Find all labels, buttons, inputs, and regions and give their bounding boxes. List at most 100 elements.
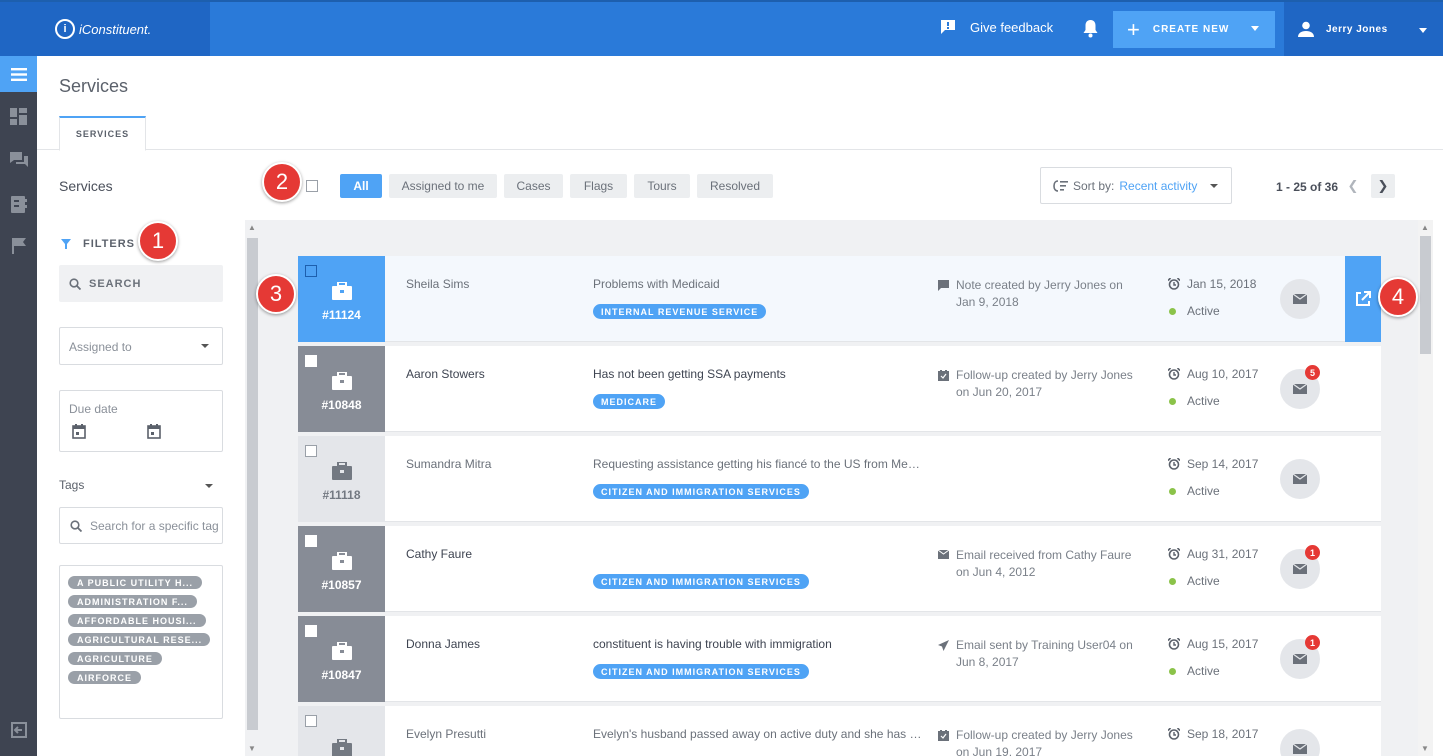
previous-page-button[interactable]: ❮	[1343, 174, 1363, 198]
message-button[interactable]: 5	[1280, 365, 1320, 409]
case-id-block[interactable]: #11124	[298, 256, 385, 342]
next-page-button[interactable]: ❯	[1371, 174, 1395, 198]
constituent-name[interactable]: Sheila Sims	[406, 277, 469, 291]
case-id-block[interactable]: #10848	[298, 346, 385, 432]
case-subject: constituent is having trouble with immig…	[593, 637, 832, 651]
rail-messages[interactable]	[0, 142, 37, 178]
tag-chip[interactable]: ADMINISTRATION F...	[68, 595, 197, 608]
constituent-name[interactable]: Evelyn Presutti	[406, 727, 486, 741]
status-dot	[1169, 308, 1176, 315]
message-button[interactable]	[1280, 279, 1320, 319]
case-id-block[interactable]: #10847	[298, 616, 385, 702]
envelope-icon	[1293, 474, 1307, 484]
open-case-button[interactable]	[1345, 256, 1381, 342]
status-text: Active	[1187, 394, 1220, 408]
tab-bar: SERVICES	[37, 116, 1443, 151]
brand-logo-mark: i	[55, 19, 75, 39]
tag-search-input[interactable]: Search for a specific tag	[59, 507, 223, 544]
tag-chip[interactable]: AFFORDABLE HOUSI...	[68, 614, 206, 627]
sort-select[interactable]: Sort by: Recent activity	[1040, 167, 1232, 204]
calendar-icon[interactable]	[147, 424, 161, 439]
scrollbar-thumb[interactable]	[1420, 236, 1431, 354]
filter-chip-resolved[interactable]: Resolved	[697, 174, 773, 198]
filter-chip-all[interactable]: All	[340, 174, 382, 198]
last-activity: Follow-up created by Jerry Jones on Jun …	[938, 727, 1143, 756]
table-row[interactable]: #10847 Donna James constituent is having…	[298, 616, 1381, 702]
tag-chip[interactable]: AGRICULTURAL RESE...	[68, 633, 210, 646]
chevron-down-icon[interactable]	[1251, 26, 1259, 31]
message-button[interactable]	[1280, 459, 1320, 499]
tag-chip[interactable]: AGRICULTURE	[68, 652, 162, 665]
case-id-block[interactable]: #10857	[298, 526, 385, 612]
brand-logo[interactable]: i iConstituent.	[0, 2, 210, 56]
tag-chip[interactable]: A PUBLIC UTILITY H...	[68, 576, 203, 589]
right-scrollbar[interactable]: ▲ ▼	[1418, 220, 1433, 756]
row-checkbox[interactable]	[305, 265, 317, 277]
sort-value: Recent activity	[1119, 178, 1198, 193]
filter-search-input[interactable]: SEARCH	[59, 265, 223, 302]
constituent-name[interactable]: Donna James	[406, 637, 480, 651]
create-new-button[interactable]: + CREATE NEW	[1113, 11, 1275, 48]
tags-toggle[interactable]: Tags	[59, 478, 213, 492]
briefcase-icon	[331, 462, 352, 480]
calendar-icon[interactable]	[72, 424, 86, 439]
case-status: Active	[1168, 574, 1220, 588]
case-id-block[interactable]	[298, 706, 385, 756]
case-id: #11124	[322, 308, 361, 322]
alarm-clock-icon	[1168, 458, 1180, 470]
filter-chip-cases[interactable]: Cases	[504, 174, 563, 198]
filter-chip-tours[interactable]: Tours	[634, 174, 690, 198]
filters-toggle[interactable]: FILTERS	[61, 238, 135, 250]
row-checkbox[interactable]	[305, 355, 317, 367]
table-row[interactable]: #11124 Sheila Sims Problems with Medicai…	[298, 256, 1381, 342]
table-row[interactable]: Evelyn Presutti Evelyn's husband passed …	[298, 706, 1381, 756]
feedback-label: Give feedback	[970, 19, 1054, 35]
rail-dashboard[interactable]	[0, 98, 37, 134]
table-row[interactable]: #11118 Sumandra Mitra Requesting assista…	[298, 436, 1381, 522]
due-date: Aug 15, 2017	[1168, 637, 1258, 651]
envelope-icon	[1293, 654, 1307, 664]
user-menu[interactable]: Jerry Jones	[1284, 2, 1443, 56]
chevron-left-icon: ❮	[1347, 178, 1359, 193]
filter-chip-flags[interactable]: Flags	[570, 174, 627, 198]
pagination-text: 1 - 25 of 36	[1276, 180, 1339, 194]
agency-badge: CITIZEN AND IMMIGRATION SERVICES	[593, 484, 809, 499]
briefcase-icon	[331, 642, 352, 660]
case-id: #10857	[321, 578, 362, 592]
scroll-down-icon[interactable]: ▼	[1421, 744, 1429, 753]
message-button[interactable]: 1	[1280, 545, 1320, 589]
menu-button[interactable]	[0, 56, 37, 92]
message-button[interactable]	[1280, 729, 1320, 756]
message-button[interactable]: 1	[1280, 635, 1320, 679]
table-row[interactable]: #10857 Cathy Faure CITIZEN AND IMMIGRATI…	[298, 526, 1381, 612]
case-id-block[interactable]: #11118	[298, 436, 385, 522]
tag-chip[interactable]: AIRFORCE	[68, 671, 141, 684]
due-date-text: Sep 14, 2017	[1187, 457, 1259, 471]
feedback-icon	[941, 20, 955, 34]
due-date-filter: Due date	[59, 390, 223, 452]
assigned-to-select[interactable]: Assigned to	[59, 327, 223, 365]
row-checkbox[interactable]	[305, 715, 317, 727]
case-id: #10848	[321, 398, 362, 412]
notifications-button[interactable]	[1082, 19, 1099, 43]
constituent-name[interactable]: Sumandra Mitra	[406, 457, 491, 471]
constituent-name[interactable]: Cathy Faure	[406, 547, 472, 561]
rail-logout[interactable]	[0, 712, 37, 748]
rail-contacts[interactable]	[0, 186, 37, 222]
scroll-down-icon[interactable]: ▼	[248, 744, 256, 753]
row-checkbox[interactable]	[305, 535, 317, 547]
row-checkbox[interactable]	[305, 625, 317, 637]
tab-services[interactable]: SERVICES	[59, 116, 146, 151]
rail-flags[interactable]	[0, 228, 37, 264]
case-status: Active	[1168, 304, 1220, 318]
row-checkbox[interactable]	[305, 445, 317, 457]
give-feedback-button[interactable]: Give feedback	[940, 19, 1053, 35]
scroll-up-icon[interactable]: ▲	[248, 223, 256, 232]
table-row[interactable]: #10848 Aaron Stowers Has not been gettin…	[298, 346, 1381, 432]
scroll-up-icon[interactable]: ▲	[1421, 223, 1429, 232]
scrollbar-thumb[interactable]	[247, 238, 258, 730]
constituent-name[interactable]: Aaron Stowers	[406, 367, 485, 381]
select-all-checkbox[interactable]	[306, 180, 318, 192]
calendar-icon	[938, 370, 949, 381]
filter-chip-assigned-to-me[interactable]: Assigned to me	[389, 174, 497, 198]
